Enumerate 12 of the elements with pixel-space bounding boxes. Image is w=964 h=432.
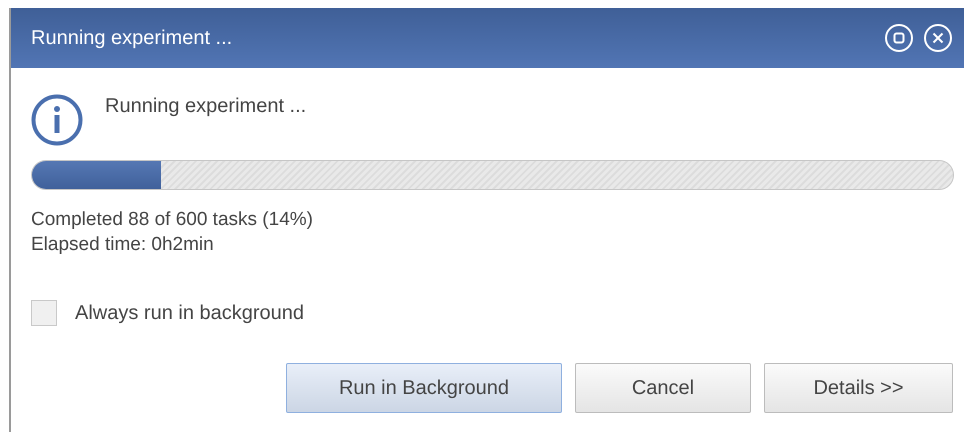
checkbox[interactable] bbox=[31, 300, 57, 326]
dialog-button[interactable]: Details >> bbox=[764, 363, 953, 413]
dialog-button[interactable]: Cancel bbox=[575, 363, 751, 413]
window-title: Running experiment ... bbox=[31, 26, 234, 50]
status-text: Elapsed time: 0h2min bbox=[31, 233, 215, 257]
dialog-button[interactable]: Run in Background bbox=[286, 363, 562, 413]
checkbox-label: Always run in background bbox=[75, 302, 304, 324]
restore-button[interactable] bbox=[884, 23, 914, 53]
close-button[interactable] bbox=[923, 23, 953, 53]
info-icon bbox=[31, 94, 83, 146]
status-text: Completed 88 of 600 tasks (14%) bbox=[31, 208, 314, 232]
message-text: Running experiment ... bbox=[105, 95, 306, 118]
